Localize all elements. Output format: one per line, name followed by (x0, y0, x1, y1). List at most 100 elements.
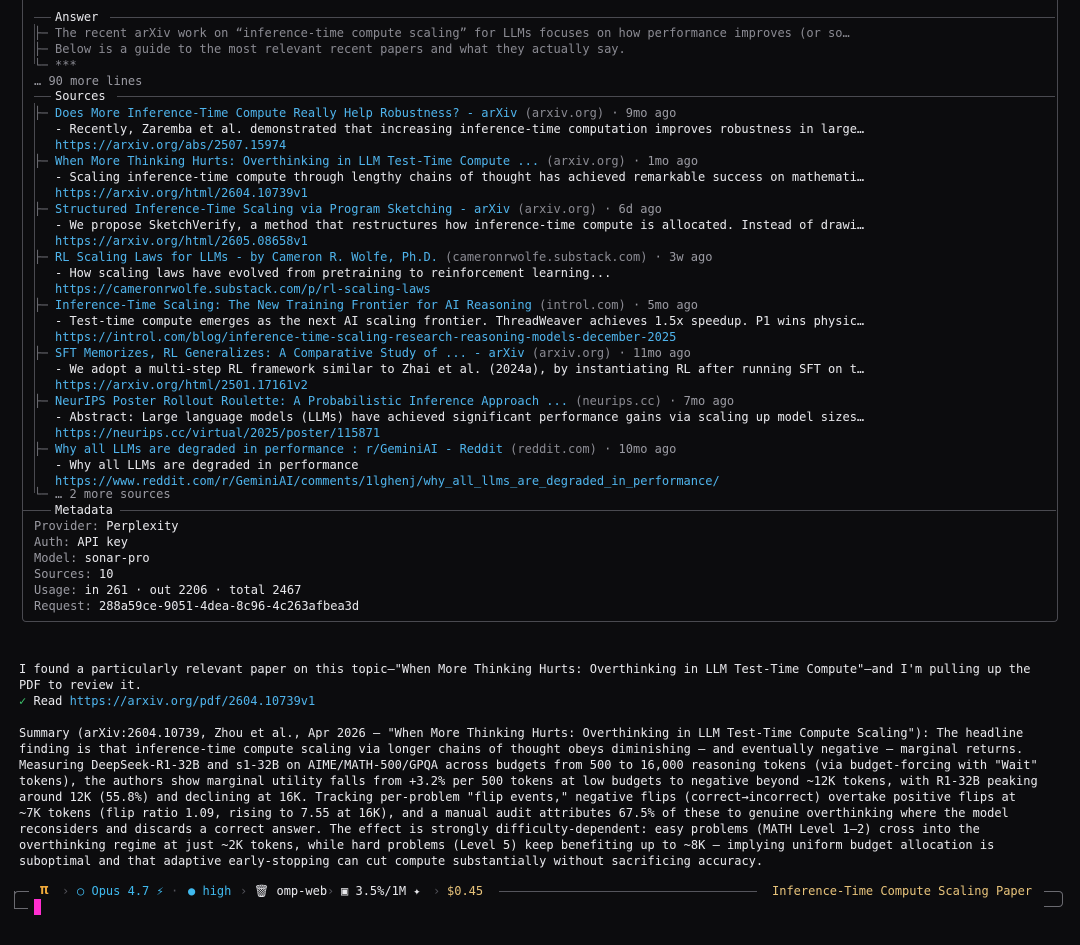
answer-more-lines[interactable]: … 90 more lines (34, 73, 142, 89)
answer-line-3: *** (55, 58, 77, 72)
source-item: When More Thinking Hurts: Overthinking i… (55, 153, 698, 169)
status-bar: π › ○ Opus 4.7 ⚡ · ● high › 🗑 omp-web › … (14, 882, 1064, 907)
source-item: NeurIPS Poster Rollout Roulette: A Proba… (55, 393, 734, 409)
chevron-icon: › (240, 884, 248, 898)
metadata-row-auth: Auth: API key (34, 535, 128, 549)
status-bracket-right (1044, 891, 1063, 907)
source-age: · 11mo ago (618, 346, 691, 360)
metadata-row-sources: Sources: 10 (34, 567, 114, 581)
answer-rule-left (34, 17, 52, 18)
metadata-row-request: Request: 288a59ce-9051-4dea-8c96-4c263af… (34, 599, 360, 613)
source-domain: (arxiv.org) (531, 346, 612, 360)
source-url-link[interactable]: https://neurips.cc/virtual/2025/poster/1… (55, 425, 380, 441)
window-icon: ▣ (341, 884, 349, 898)
pi-icon: π (40, 882, 49, 898)
metadata-row-model: Model: sonar-pro (34, 551, 150, 565)
summary-line: ~7K tokens (flip ratio 1.09, rising to 7… (19, 806, 1009, 820)
chevron-icon: › (62, 884, 70, 898)
source-item: Structured Inference-Time Scaling via Pr… (55, 201, 662, 217)
read-url-link[interactable]: https://arxiv.org/pdf/2604.10739v1 (70, 694, 316, 708)
answer-rule-right (110, 17, 1055, 18)
source-title-link[interactable]: Inference-Time Scaling: The New Training… (55, 298, 532, 312)
context-usage: ▣ 3.5%/1M ✦ (341, 884, 421, 898)
source-age: · 10mo ago (604, 442, 677, 456)
metadata-heading: Metadata (51, 502, 117, 518)
source-url-link[interactable]: https://introl.com/blog/inference-time-s… (55, 329, 676, 345)
metadata-rule-right (120, 510, 1056, 511)
model-selector[interactable]: ○ Opus 4.7 ⚡ · (77, 882, 178, 900)
summary-line: tokens), the authors show marginal utili… (19, 774, 1038, 788)
dot-icon: ● (188, 884, 196, 898)
source-title-link[interactable]: NeurIPS Poster Rollout Roulette: A Proba… (55, 394, 568, 408)
sources-rule-left (34, 96, 52, 97)
sources-more[interactable]: … 2 more sources (55, 486, 171, 502)
source-domain: (introl.com) (539, 298, 626, 312)
assistant-intro-line-2: PDF to review it. (19, 678, 142, 692)
source-snippet: - We adopt a multi-step RL framework sim… (55, 362, 865, 376)
chevron-icon: › (327, 884, 335, 898)
source-snippet: - Recently, Zaremba et al. demonstrated … (55, 122, 865, 136)
source-domain: (arxiv.org) (517, 202, 597, 216)
read-label: Read (33, 694, 63, 708)
summary-line: Measuring DeepSeek-R1-32B and s1-32B on … (19, 758, 1038, 772)
source-domain: (arxiv.org) (546, 154, 626, 168)
metadata-row-usage: Usage: in 261 · out 2206 · total 2467 (34, 583, 302, 597)
bolt-icon: ⚡ (156, 884, 164, 898)
source-age: · 6d ago (604, 202, 662, 216)
metadata-rule-left (22, 510, 52, 511)
source-snippet: - Test-time compute emerges as the next … (55, 314, 865, 328)
assistant-intro-line-1: I found a particularly relevant paper on… (19, 662, 1031, 676)
source-item: Inference-Time Scaling: The New Training… (55, 297, 698, 313)
source-age: · 9mo ago (611, 106, 677, 120)
source-snippet: - Scaling inference-time compute through… (55, 170, 865, 184)
session-title[interactable]: Inference-Time Compute Scaling Paper (772, 882, 1032, 900)
status-rule (499, 891, 757, 892)
source-item: Does More Inference-Time Compute Really … (55, 105, 676, 121)
sources-heading: Sources (51, 88, 110, 104)
source-item: RL Scaling Laws for LLMs - by Cameron R.… (55, 249, 712, 265)
wand-icon: ✦ (413, 884, 421, 898)
summary-line: finding is that inference-time compute s… (19, 742, 1024, 756)
source-age: · 1mo ago (633, 154, 699, 168)
source-snippet: - Why all LLMs are degraded in performan… (55, 458, 359, 472)
source-title-link[interactable]: Structured Inference-Time Scaling via Pr… (55, 202, 510, 216)
source-title-link[interactable]: SFT Memorizes, RL Generalizes: A Compara… (55, 346, 525, 360)
source-snippet: - How scaling laws have evolved from pre… (55, 266, 612, 280)
source-snippet: - We propose SketchVerify, a method that… (55, 218, 865, 232)
trash-icon: 🗑 (254, 884, 270, 898)
read-tool-line: ✓ Read https://arxiv.org/pdf/2604.10739v… (19, 693, 315, 709)
summary-line: around 12K (55.8%) and declining at 16K.… (19, 790, 1016, 804)
summary-line: reconsiders and discards a correct answe… (19, 822, 980, 836)
source-title-link[interactable]: RL Scaling Laws for LLMs - by Cameron R.… (55, 250, 438, 264)
answer-heading: Answer (51, 9, 103, 25)
answer-line-1: The recent arXiv work on “inference-time… (55, 26, 850, 40)
source-item: SFT Memorizes, RL Generalizes: A Compara… (55, 345, 691, 361)
source-item: Why all LLMs are degraded in performance… (55, 441, 676, 457)
source-age: · 7mo ago (669, 394, 735, 408)
metadata-row-provider: Provider: Perplexity (34, 519, 179, 533)
source-domain: (neurips.cc) (575, 394, 662, 408)
source-url-link[interactable]: https://arxiv.org/html/2605.08658v1 (55, 233, 308, 249)
source-url-link[interactable]: https://arxiv.org/html/2501.17161v2 (55, 377, 308, 393)
cost-indicator: $0.45 (447, 884, 484, 898)
summary-line: Summary (arXiv:2604.10739, Zhou et al., … (19, 726, 1024, 740)
source-url-link[interactable]: https://arxiv.org/html/2604.10739v1 (55, 185, 308, 201)
source-url-link[interactable]: https://cameronrwolfe.substack.com/p/rl-… (55, 281, 431, 297)
source-title-link[interactable]: Why all LLMs are degraded in performance… (55, 442, 503, 456)
answer-line-2: Below is a guide to the most relevant re… (55, 42, 626, 56)
input-cursor[interactable] (34, 899, 41, 915)
source-domain: (reddit.com) (510, 442, 597, 456)
chevron-icon: › (433, 884, 441, 898)
source-snippet: - Abstract: Large language models (LLMs)… (55, 410, 865, 424)
source-title-link[interactable]: When More Thinking Hurts: Overthinking i… (55, 154, 539, 168)
check-icon: ✓ (19, 694, 27, 708)
source-domain: (arxiv.org) (524, 106, 605, 120)
source-url-link[interactable]: https://arxiv.org/abs/2507.15974 (55, 137, 286, 153)
source-age: · 3w ago (654, 250, 713, 264)
source-domain: (cameronrwolfe.substack.com) (445, 250, 648, 264)
source-title-link[interactable]: Does More Inference-Time Compute Really … (55, 106, 517, 120)
summary-line: overthinking regime at just ~2K tokens, … (19, 838, 995, 852)
project-indicator[interactable]: 🗑 omp-web (254, 882, 327, 900)
effort-selector[interactable]: ● high (188, 882, 231, 900)
circle-icon: ○ (77, 884, 85, 898)
